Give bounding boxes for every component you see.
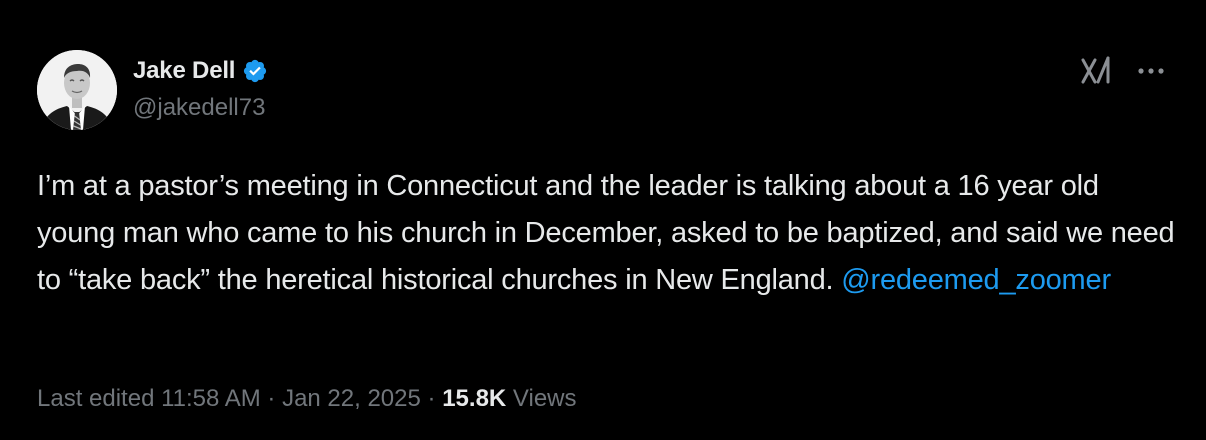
person-photo-icon: [37, 50, 117, 130]
author-avatar[interactable]: [37, 50, 117, 130]
meta-separator: ·: [267, 385, 276, 412]
tweet-text: I’m at a pastor’s meeting in Connecticut…: [37, 163, 1177, 304]
verified-badge-icon: [242, 58, 268, 84]
edited-label[interactable]: Last edited: [37, 385, 154, 412]
more-dots-icon[interactable]: [1133, 56, 1169, 86]
tweet-meta: Last edited 11:58 AM · Jan 22, 2025 · 15…: [37, 385, 577, 413]
mention-link[interactable]: @redeemed_zoomer: [841, 264, 1111, 296]
tweet-card: Jake Dell @jakedell73 I’m at a pastor’s …: [0, 0, 1206, 440]
grok-icon[interactable]: [1080, 56, 1112, 86]
views-count[interactable]: 15.8K: [442, 385, 506, 412]
views-label: Views: [512, 385, 577, 412]
author-display-name[interactable]: Jake Dell: [133, 57, 235, 85]
meta-separator-2: ·: [427, 385, 436, 412]
tweet-time[interactable]: 11:58 AM: [161, 385, 261, 412]
author-handle[interactable]: @jakedell73: [133, 94, 265, 122]
author-name-row: Jake Dell: [133, 54, 268, 88]
tweet-date[interactable]: Jan 22, 2025: [282, 385, 421, 412]
